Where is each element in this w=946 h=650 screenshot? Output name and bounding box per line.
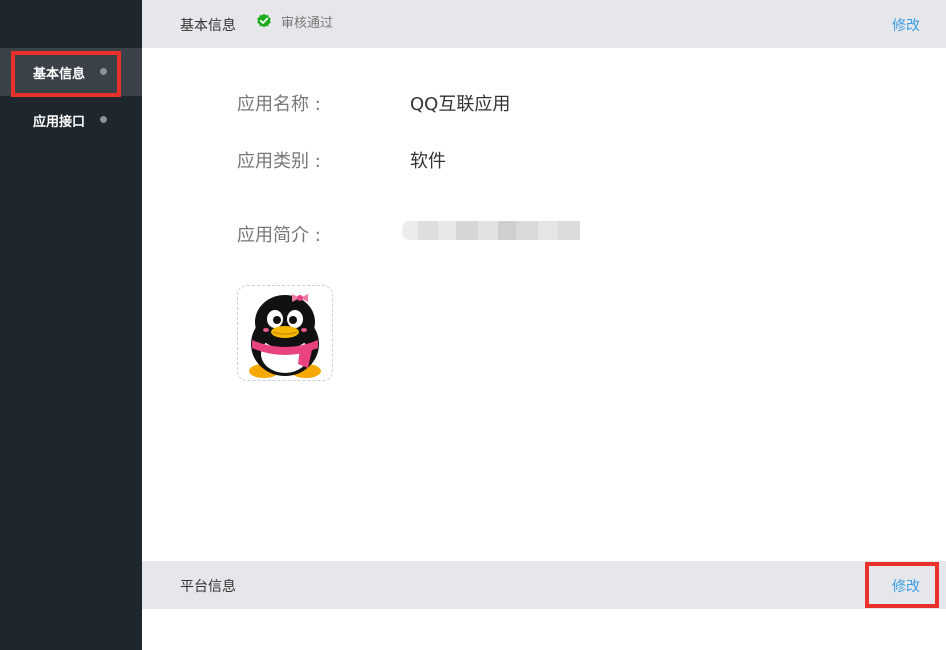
app-intro-blurred-value xyxy=(402,221,580,240)
dot-indicator-icon xyxy=(100,116,107,123)
sidebar: 基本信息 应用接口 xyxy=(0,0,142,650)
app-intro-label: 应用简介 : xyxy=(237,225,321,246)
edit-basic-info-link[interactable]: 修改 xyxy=(892,15,920,35)
section-title: 平台信息 xyxy=(180,579,236,595)
qq-penguin-icon xyxy=(238,286,332,380)
status-text: 审核通过 xyxy=(281,16,334,31)
platform-info-header: 平台信息 修改 xyxy=(142,561,946,609)
highlight-box-edit xyxy=(865,562,939,608)
highlight-box-sidebar xyxy=(11,51,121,97)
check-badge-icon xyxy=(257,13,271,28)
section-title: 基本信息 xyxy=(180,18,236,34)
app-name-value: QQ互联应用 xyxy=(410,94,511,115)
app-icon xyxy=(237,285,333,381)
app-type-value: 软件 xyxy=(410,151,446,172)
sidebar-item-app-interface[interactable]: 应用接口 xyxy=(0,96,142,144)
basic-info-header: 基本信息 审核通过 修改 xyxy=(142,0,946,48)
app-name-label: 应用名称 : xyxy=(237,94,321,115)
sidebar-item-label: 应用接口 xyxy=(33,115,86,130)
app-type-label: 应用类别 : xyxy=(237,151,321,172)
